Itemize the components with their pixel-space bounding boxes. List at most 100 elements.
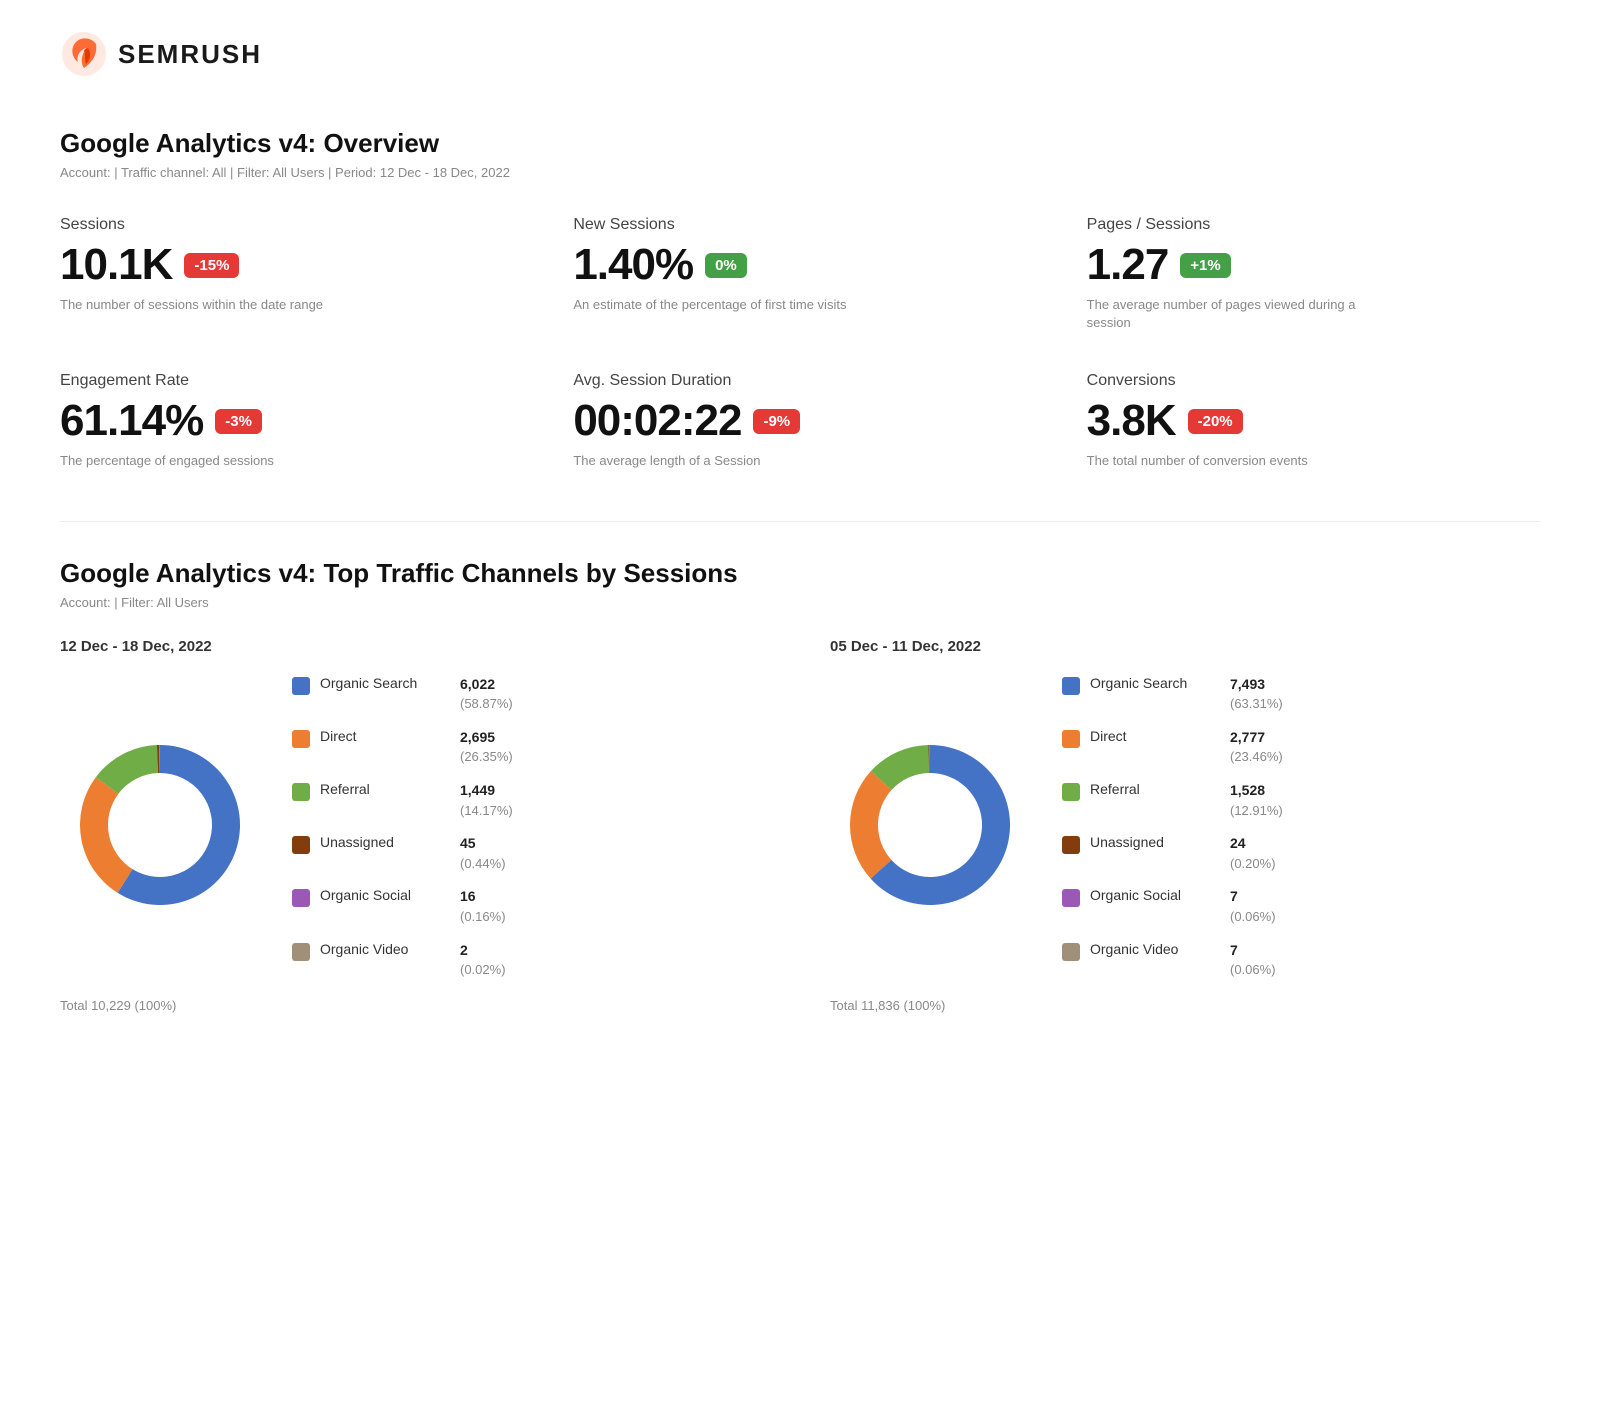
metric-desc-avg-session: The average length of a Session — [573, 452, 853, 470]
metric-card-sessions: Sessions 10.1K -15% The number of sessio… — [60, 216, 513, 332]
donut-segment — [850, 771, 892, 879]
legend-values: 2,695 (26.35%) — [460, 728, 513, 767]
legend-values: 2,777 (23.46%) — [1230, 728, 1283, 767]
metric-badge-avg-session: -9% — [753, 409, 800, 434]
metric-value-row-engagement-rate: 61.14% -3% — [60, 396, 513, 446]
metric-value-engagement-rate: 61.14% — [60, 396, 203, 446]
legend-channel-name: Unassigned — [1090, 834, 1220, 850]
metric-card-avg-session: Avg. Session Duration 00:02:22 -9% The a… — [573, 372, 1026, 470]
metric-value-pages-sessions: 1.27 — [1087, 240, 1169, 290]
chart-content-2: Organic Search 7,493 (63.31%) Direct 2,7… — [830, 675, 1540, 980]
legend-color-dot — [1062, 889, 1080, 907]
overview-section: Google Analytics v4: Overview Account: |… — [60, 128, 1540, 471]
legend-values: 1,528 (12.91%) — [1230, 781, 1283, 820]
legend-values: 7,493 (63.31%) — [1230, 675, 1283, 714]
metric-value-row-sessions: 10.1K -15% — [60, 240, 513, 290]
metric-value-avg-session: 00:02:22 — [573, 396, 741, 446]
legend-values: 2 (0.02%) — [460, 941, 506, 980]
logo-area: SEMRUSH — [60, 30, 1540, 88]
metric-value-row-pages-sessions: 1.27 +1% — [1087, 240, 1540, 290]
metric-badge-conversions: -20% — [1188, 409, 1243, 434]
metric-label-new-sessions: New Sessions — [573, 216, 1026, 234]
legend-channel-name: Organic Video — [320, 941, 450, 957]
metric-value-row-new-sessions: 1.40% 0% — [573, 240, 1026, 290]
semrush-logo-icon — [60, 30, 108, 78]
metric-label-conversions: Conversions — [1087, 372, 1540, 390]
donut-segment — [80, 777, 132, 893]
legend-item: Organic Video 7 (0.06%) — [1062, 941, 1540, 980]
metric-desc-pages-sessions: The average number of pages viewed durin… — [1087, 296, 1367, 332]
metric-desc-conversions: The total number of conversion events — [1087, 452, 1367, 470]
metric-card-conversions: Conversions 3.8K -20% The total number o… — [1087, 372, 1540, 470]
legend-channel-name: Organic Search — [320, 675, 450, 691]
legend-channel-name: Direct — [1090, 728, 1220, 744]
traffic-title: Google Analytics v4: Top Traffic Channel… — [60, 558, 1540, 589]
metric-card-new-sessions: New Sessions 1.40% 0% An estimate of the… — [573, 216, 1026, 332]
metric-label-avg-session: Avg. Session Duration — [573, 372, 1026, 390]
metric-desc-sessions: The number of sessions within the date r… — [60, 296, 340, 314]
metric-value-row-avg-session: 00:02:22 -9% — [573, 396, 1026, 446]
overview-meta: Account: | Traffic channel: All | Filter… — [60, 165, 1540, 180]
legend-color-dot — [292, 943, 310, 961]
chart-total-2: Total 11,836 (100%) — [830, 998, 1540, 1013]
metric-badge-pages-sessions: +1% — [1180, 253, 1230, 278]
metric-badge-sessions: -15% — [184, 253, 239, 278]
legend-color-dot — [1062, 677, 1080, 695]
legend-channel-name: Organic Social — [320, 887, 450, 903]
chart-block-1: 12 Dec - 18 Dec, 2022 Organic Search 6,0… — [60, 638, 770, 1013]
charts-row: 12 Dec - 18 Dec, 2022 Organic Search 6,0… — [60, 638, 1540, 1013]
legend-channel-name: Organic Video — [1090, 941, 1220, 957]
legend-color-dot — [292, 889, 310, 907]
chart-period-label-2: 05 Dec - 11 Dec, 2022 — [830, 638, 1540, 655]
legend-color-dot — [1062, 943, 1080, 961]
traffic-meta: Account: | Filter: All Users — [60, 595, 1540, 610]
legend-2: Organic Search 7,493 (63.31%) Direct 2,7… — [1062, 675, 1540, 980]
metric-value-row-conversions: 3.8K -20% — [1087, 396, 1540, 446]
legend-item: Referral 1,528 (12.91%) — [1062, 781, 1540, 820]
legend-item: Direct 2,695 (26.35%) — [292, 728, 770, 767]
chart-total-1: Total 10,229 (100%) — [60, 998, 770, 1013]
section-divider — [60, 521, 1540, 522]
legend-item: Direct 2,777 (23.46%) — [1062, 728, 1540, 767]
legend-1: Organic Search 6,022 (58.87%) Direct 2,6… — [292, 675, 770, 980]
legend-values: 1,449 (14.17%) — [460, 781, 513, 820]
metric-value-new-sessions: 1.40% — [573, 240, 693, 290]
donut-chart-1 — [60, 725, 260, 930]
metric-desc-engagement-rate: The percentage of engaged sessions — [60, 452, 340, 470]
legend-item: Organic Video 2 (0.02%) — [292, 941, 770, 980]
legend-channel-name: Referral — [320, 781, 450, 797]
legend-channel-name: Referral — [1090, 781, 1220, 797]
legend-channel-name: Organic Search — [1090, 675, 1220, 691]
legend-color-dot — [1062, 783, 1080, 801]
legend-color-dot — [292, 677, 310, 695]
legend-values: 7 (0.06%) — [1230, 887, 1276, 926]
legend-color-dot — [1062, 836, 1080, 854]
metric-label-engagement-rate: Engagement Rate — [60, 372, 513, 390]
logo-text: SEMRUSH — [118, 39, 262, 70]
metric-badge-engagement-rate: -3% — [215, 409, 262, 434]
legend-color-dot — [292, 836, 310, 854]
legend-item: Organic Social 7 (0.06%) — [1062, 887, 1540, 926]
legend-channel-name: Organic Social — [1090, 887, 1220, 903]
legend-values: 16 (0.16%) — [460, 887, 506, 926]
metric-label-sessions: Sessions — [60, 216, 513, 234]
chart-content-1: Organic Search 6,022 (58.87%) Direct 2,6… — [60, 675, 770, 980]
legend-channel-name: Direct — [320, 728, 450, 744]
metrics-grid: Sessions 10.1K -15% The number of sessio… — [60, 216, 1540, 471]
legend-color-dot — [1062, 730, 1080, 748]
metric-value-sessions: 10.1K — [60, 240, 172, 290]
legend-channel-name: Unassigned — [320, 834, 450, 850]
chart-period-label-1: 12 Dec - 18 Dec, 2022 — [60, 638, 770, 655]
legend-color-dot — [292, 783, 310, 801]
legend-values: 6,022 (58.87%) — [460, 675, 513, 714]
overview-title: Google Analytics v4: Overview — [60, 128, 1540, 159]
metric-value-conversions: 3.8K — [1087, 396, 1176, 446]
traffic-section: Google Analytics v4: Top Traffic Channel… — [60, 558, 1540, 1013]
legend-item: Organic Search 7,493 (63.31%) — [1062, 675, 1540, 714]
legend-item: Referral 1,449 (14.17%) — [292, 781, 770, 820]
legend-values: 24 (0.20%) — [1230, 834, 1276, 873]
legend-values: 7 (0.06%) — [1230, 941, 1276, 980]
metric-card-engagement-rate: Engagement Rate 61.14% -3% The percentag… — [60, 372, 513, 470]
legend-color-dot — [292, 730, 310, 748]
legend-item: Unassigned 24 (0.20%) — [1062, 834, 1540, 873]
